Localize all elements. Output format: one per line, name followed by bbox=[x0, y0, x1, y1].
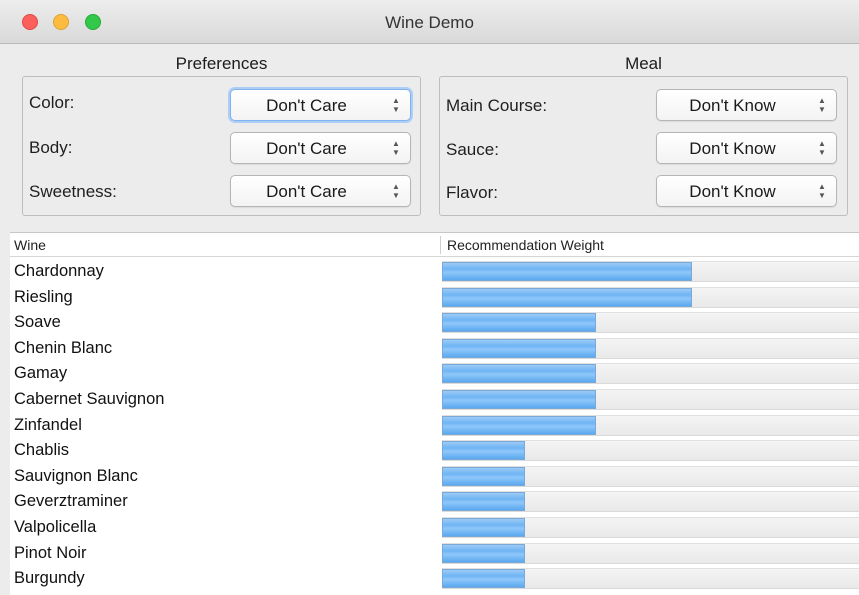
weight-bar-track bbox=[442, 517, 859, 538]
table-row[interactable]: Burgundy bbox=[10, 566, 859, 592]
sauce-select[interactable]: Don't Know ▲ ▼ bbox=[656, 132, 837, 164]
wine-name: Gamay bbox=[14, 364, 68, 383]
weight-bar-track bbox=[442, 286, 859, 308]
flavor-label: Flavor: bbox=[446, 183, 498, 202]
table-row[interactable]: Geverztraminer bbox=[10, 489, 859, 515]
sauce-label: Sauce: bbox=[446, 140, 499, 159]
weight-bar-fill bbox=[442, 287, 693, 307]
body-select[interactable]: Don't Care ▲ ▼ bbox=[230, 132, 411, 164]
table-row[interactable]: Pinot Noir bbox=[10, 541, 859, 567]
weight-bar-track bbox=[442, 414, 859, 436]
table-row[interactable]: Soave bbox=[10, 310, 859, 336]
table-row[interactable]: Riesling bbox=[10, 285, 859, 311]
table-row[interactable]: Sauvignon Blanc bbox=[10, 464, 859, 490]
weight-bar-fill bbox=[442, 441, 526, 461]
weight-bar-track bbox=[442, 542, 859, 564]
sweetness-label: Sweetness: bbox=[29, 182, 117, 201]
wine-name: Burgundy bbox=[14, 569, 85, 588]
preferences-panel: Color: Don't Care ▲ ▼ Body: Don't Care ▲ ▼… bbox=[22, 76, 421, 216]
weight-bar-track bbox=[442, 389, 859, 410]
weight-bar-track bbox=[442, 465, 859, 487]
weight-bar-fill bbox=[442, 313, 597, 333]
weight-bar-track bbox=[442, 363, 859, 385]
column-header-weight[interactable]: Recommendation Weight bbox=[447, 237, 604, 253]
wine-name: Geverztraminer bbox=[14, 492, 128, 511]
sauce-select-value: Don't Know bbox=[689, 139, 776, 158]
sweetness-select[interactable]: Don't Care ▲ ▼ bbox=[230, 175, 411, 207]
main-course-select-value: Don't Know bbox=[689, 96, 776, 115]
sweetness-select-value: Don't Care bbox=[266, 182, 347, 201]
wine-name: Cabernet Sauvignon bbox=[14, 390, 165, 408]
table-row[interactable]: Valpolicella bbox=[10, 515, 859, 541]
select-arrows-icon: ▲ ▼ bbox=[818, 139, 826, 157]
meal-title: Meal bbox=[625, 54, 662, 73]
wine-name: Chablis bbox=[14, 441, 70, 460]
select-arrows-icon: ▲ ▼ bbox=[392, 96, 400, 114]
color-label: Color: bbox=[29, 93, 75, 112]
weight-bar-fill bbox=[442, 492, 526, 512]
flavor-select-value: Don't Know bbox=[689, 182, 776, 201]
window-title: Wine Demo bbox=[385, 13, 474, 32]
weight-bar-track bbox=[442, 337, 859, 359]
wine-name: Pinot Noir bbox=[14, 543, 87, 562]
weight-bar-track bbox=[442, 440, 859, 462]
wine-name: Chardonnay bbox=[14, 262, 104, 280]
title-bar: Wine Demo bbox=[0, 0, 859, 44]
column-divider[interactable] bbox=[440, 236, 441, 254]
preferences-title: Preferences bbox=[175, 54, 268, 73]
table-row[interactable]: Chablis bbox=[10, 438, 859, 464]
weight-bar-fill bbox=[442, 415, 597, 435]
weight-bar-fill bbox=[442, 518, 526, 537]
weight-bar-track bbox=[442, 312, 859, 334]
weight-bar-fill bbox=[442, 466, 526, 486]
table-row[interactable]: Chenin Blanc bbox=[10, 336, 859, 362]
wine-name: Sauvignon Blanc bbox=[14, 466, 138, 485]
wine-table[interactable]: Wine Recommendation Weight Chardonnay Rie… bbox=[10, 232, 859, 595]
weight-bar-track bbox=[442, 568, 859, 590]
weight-bar-fill bbox=[442, 338, 597, 358]
color-select[interactable]: Don't Care ▲ ▼ bbox=[230, 89, 411, 121]
select-arrows-icon: ▲ ▼ bbox=[818, 96, 826, 114]
table-row[interactable]: Gamay bbox=[10, 361, 859, 387]
table-row[interactable]: Zinfandel bbox=[10, 413, 859, 439]
app-window: Wine Demo Preferences Color: Don't Care … bbox=[0, 0, 859, 595]
flavor-select[interactable]: Don't Know ▲ ▼ bbox=[656, 175, 837, 207]
table-header: Wine Recommendation Weight bbox=[10, 233, 859, 257]
weight-bar-fill bbox=[442, 262, 693, 281]
select-arrows-icon: ▲ ▼ bbox=[392, 139, 400, 157]
body-label: Body: bbox=[29, 138, 73, 157]
column-header-wine[interactable]: Wine bbox=[14, 237, 46, 253]
select-arrows-icon: ▲ ▼ bbox=[818, 182, 826, 200]
body-select-value: Don't Care bbox=[266, 139, 347, 158]
wine-name: Riesling bbox=[14, 287, 73, 306]
wine-name: Soave bbox=[14, 313, 61, 332]
table-row[interactable]: Cabernet Sauvignon bbox=[10, 387, 859, 413]
select-arrows-icon: ▲ ▼ bbox=[392, 182, 400, 200]
weight-bar-fill bbox=[442, 364, 597, 384]
weight-bar-track bbox=[442, 491, 859, 513]
weight-bar-fill bbox=[442, 390, 597, 409]
main-course-select[interactable]: Don't Know ▲ ▼ bbox=[656, 89, 837, 121]
wine-name: Chenin Blanc bbox=[14, 338, 113, 357]
color-select-value: Don't Care bbox=[266, 96, 347, 115]
weight-bar-fill bbox=[442, 569, 526, 589]
meal-panel: Main Course: Don't Know ▲ ▼ Sauce: Don't … bbox=[439, 76, 848, 216]
weight-bar-fill bbox=[442, 543, 526, 563]
table-row[interactable]: Chardonnay bbox=[10, 259, 859, 285]
wine-name: Zinfandel bbox=[14, 415, 82, 434]
weight-bar-track bbox=[442, 261, 859, 282]
main-course-label: Main Course: bbox=[446, 96, 548, 115]
wine-name: Valpolicella bbox=[14, 518, 97, 536]
